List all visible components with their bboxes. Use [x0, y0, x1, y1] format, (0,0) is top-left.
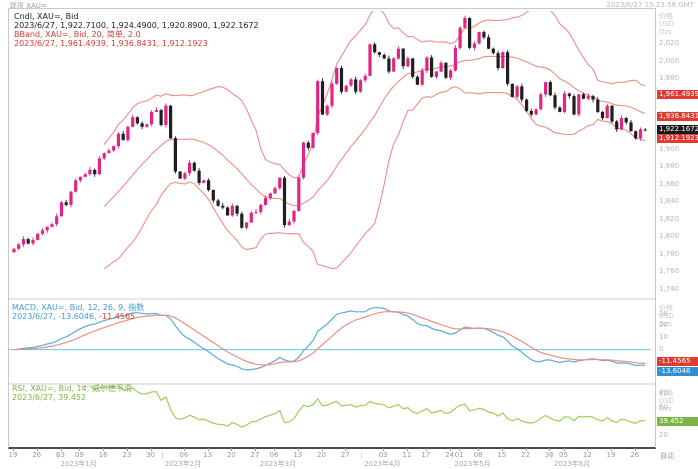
day-tick-label: 01 [454, 451, 464, 459]
axis-tick-label: 1,900 [659, 144, 680, 153]
axis-tick-label: 1,840 [659, 197, 680, 206]
price-axis[interactable]: 价格USDOzs2,0202,0001,9801,9601,9401,9201,… [657, 8, 698, 448]
axis-tick-label: 1,880 [659, 162, 680, 171]
day-tick-label: 06 [269, 451, 279, 459]
legend-rsi-value: 2023/6/27, 39.452 [12, 393, 87, 402]
axis-value-box: 1,922.1672 [657, 124, 698, 134]
axis-tick-label: 1,760 [659, 267, 680, 276]
month-label: 2023年3月 [259, 460, 297, 468]
time-axis[interactable]: 19 26 03 09 16 23 30 06 13 20 27 06 13 20 27 03 11 17 24 01… [8, 448, 655, 469]
rsi-legend: RSI, XAU=, Bid, 14, 威尔德平滑 2023/6/27, 39.… [12, 384, 132, 402]
month-separator: | [360, 451, 363, 459]
day-tick-label: 13 [293, 451, 303, 459]
macd-legend: MACD, XAU=, Bid, 12, 26, 9, 指数 2023/6/27… [12, 303, 144, 321]
day-tick-label: 12 [582, 451, 592, 459]
legend-rsi-title: RSI, XAU=, Bid, 14, 威尔德平滑 [12, 384, 132, 393]
month-label: 2023年4月 [364, 460, 401, 468]
axis-tick-label: 1,780 [659, 249, 680, 258]
axis-tick-label: 30 [659, 309, 668, 318]
month-label: 2023年2月 [164, 460, 202, 468]
rsi-indicator [80, 386, 646, 428]
day-tick-label: 09 [74, 451, 84, 459]
axis-caption: 价格 USD Ozs [659, 12, 674, 36]
legend-macd-title: MACD, XAU=, Bid, 12, 26, 9, 指数 [12, 303, 145, 312]
axis-tick-label: 1,860 [659, 179, 680, 188]
day-tick-label: 15 [497, 451, 507, 459]
axis-value-box: 1,961.4939 [657, 90, 698, 100]
day-tick-label: 16 [98, 451, 108, 459]
axis-tick-label: 0 [659, 344, 664, 353]
axis-tick-label: 60 [659, 403, 668, 412]
month-label: 2023年1月 [60, 460, 97, 468]
month-separator: | [161, 451, 164, 459]
axis-tick-label: 20 [659, 321, 668, 330]
chart-plot-area[interactable] [8, 8, 656, 449]
day-tick-label: 13 [203, 451, 213, 459]
chart-window: 现货 XAU= 2023/6/27 15:23:58 GMT Cndl, XAU… [0, 0, 698, 469]
month-label: 2023年6月 [554, 460, 591, 468]
day-tick-label: 20 [317, 451, 326, 459]
axis-tick-label: 10 [659, 333, 668, 342]
legend-macd-value: 2023/6/27, -13.6046, [12, 312, 97, 321]
day-tick-label: 08 [473, 451, 483, 459]
legend-bband-values: 2023/6/27, 1,961.4939, 1,936.8431, 1,912… [14, 39, 208, 48]
day-tick-label: 23 [122, 451, 132, 459]
day-tick-label: 27 [340, 451, 350, 459]
day-tick-label: 06 [179, 451, 189, 459]
day-tick-label: 19 [8, 451, 18, 459]
axis-tick-label: 2,020 [659, 39, 680, 48]
day-tick-label: 20 [226, 451, 236, 459]
day-tick-label: 17 [421, 451, 431, 459]
chart-canvas[interactable] [9, 9, 656, 447]
month-separator: | [256, 451, 259, 459]
auto-scale-button[interactable]: 自动 [660, 451, 674, 461]
day-tick-label: 19 [606, 451, 616, 459]
axis-value-box: 1,936.8431 [657, 111, 698, 121]
day-tick-label: 11 [402, 451, 412, 459]
axis-value-box: -13.6046 [657, 366, 698, 376]
axis-tick-label: 2,000 [659, 56, 680, 65]
rsi-line [80, 386, 646, 428]
legend-bband-title: BBand, XAU=, Bid, 20, 简单, 2.0 [14, 30, 141, 39]
axis-value-box: -11.4565 [657, 357, 698, 367]
month-label: 2023年5月 [454, 460, 491, 468]
candlestick-series [12, 15, 647, 253]
day-tick-label: 22 [521, 451, 531, 459]
axis-tick-label: 1,980 [659, 74, 680, 83]
day-tick-label: 03 [378, 451, 388, 459]
month-separator: | [56, 451, 60, 459]
main-legend: Cndl, XAU=, Bid 2023/6/27, 1,922.7100, 1… [14, 12, 259, 48]
axis-value-box: 39.452 [657, 416, 698, 426]
axis-tick-label: 20 [659, 430, 668, 439]
day-tick-label: 05 [559, 451, 568, 459]
legend-ohlc-values: 2023/6/27, 1,922.7100, 1,924.4900, 1,920… [14, 21, 259, 30]
day-tick-label: 26 [32, 451, 42, 459]
axis-value-box: 1,912.1923 [657, 134, 698, 144]
month-separator: | [450, 451, 454, 459]
axis-tick-label: 1,800 [659, 232, 680, 241]
axis-tick-label: 1,740 [659, 284, 680, 293]
month-separator: | [550, 451, 553, 459]
day-tick-label: 30 [146, 451, 156, 459]
legend-series-title: Cndl, XAU=, Bid [14, 12, 79, 21]
axis-tick-label: 80 [659, 389, 668, 398]
day-tick-label: 26 [630, 451, 640, 459]
axis-tick-label: 1,820 [659, 214, 680, 223]
legend-macd-signal-value: -11.4565 [96, 312, 136, 321]
